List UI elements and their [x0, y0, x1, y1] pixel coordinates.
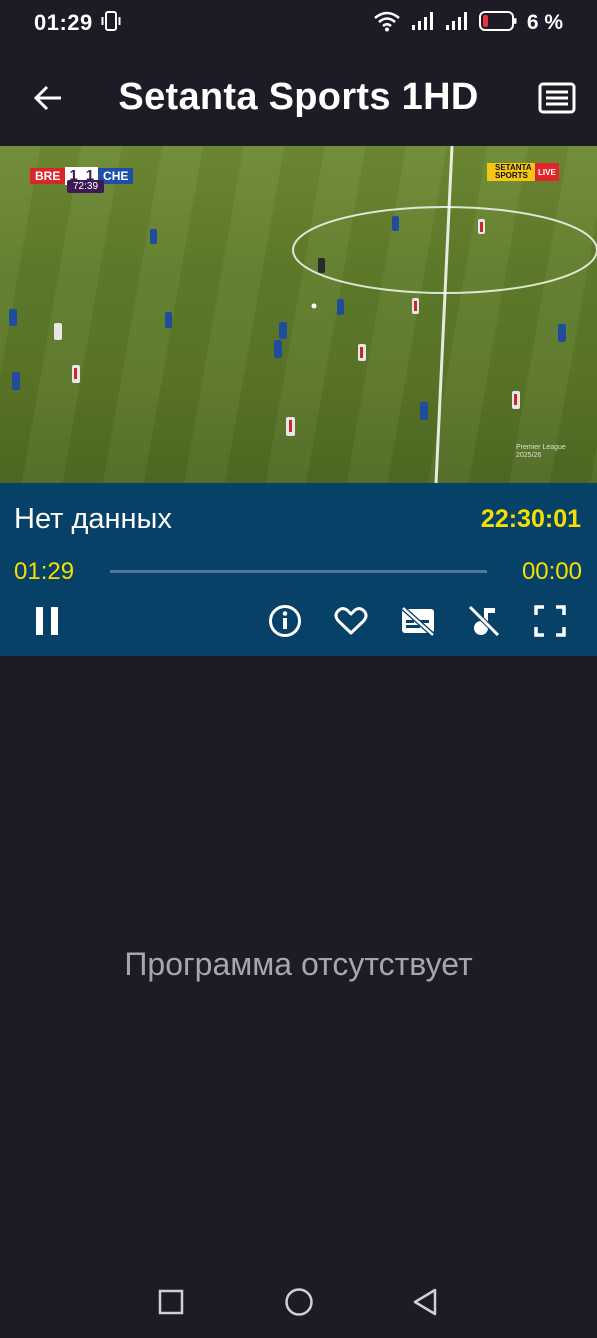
pause-icon [32, 605, 62, 642]
subtitles-off-icon [400, 605, 436, 642]
pitch-scene [9, 146, 597, 483]
fullscreen-icon [533, 604, 567, 643]
live-badge: LIVE [535, 163, 559, 181]
program-name: Нет данных [14, 503, 172, 535]
player-controls [0, 603, 597, 647]
watermark-line-2: 2025/26 [516, 452, 542, 459]
fullscreen-button[interactable] [530, 603, 570, 643]
audio-off-icon [467, 604, 501, 643]
seek-bar[interactable] [110, 570, 487, 573]
logo-line-2: SPORTS [495, 171, 528, 180]
home-button[interactable] [279, 1284, 319, 1324]
system-back-button[interactable] [405, 1284, 445, 1324]
broadcaster-logo: SETANTA SPORTS LIVE [487, 163, 559, 181]
system-nav-bar [0, 1280, 597, 1330]
status-bar: 01:29 6 % [0, 0, 597, 46]
favorite-icon [334, 606, 368, 641]
signal-icon [445, 10, 469, 37]
player-info-panel: Нет данных 22:30:01 01:29 00:00 [0, 483, 597, 656]
screen: 01:29 6 % Setanta Sports 1HD BRE 1 1 CHE… [0, 0, 597, 1338]
watermark-line-1: Premier League [516, 444, 566, 451]
match-clock: 72:39 [67, 180, 105, 193]
status-left: 01:29 [34, 10, 121, 37]
info-icon [268, 604, 302, 643]
setanta-logo: SETANTA SPORTS [487, 163, 535, 181]
channel-title: Setanta Sports 1HD [118, 76, 479, 118]
signal-icon [411, 10, 435, 37]
home-team: BRE [30, 168, 66, 184]
favorite-button[interactable] [331, 603, 371, 643]
battery-icon [478, 10, 517, 37]
wifi-icon [373, 10, 401, 37]
video-player[interactable]: BRE 1 1 CHE 72:39 SETANTA SPORTS LIVE Pr… [0, 146, 597, 483]
pause-button[interactable] [27, 603, 67, 643]
battery-percent: 6 % [526, 11, 563, 34]
home-circle-icon [284, 1287, 314, 1322]
vibrate-icon [101, 10, 121, 37]
schedule-list-button[interactable] [534, 80, 580, 120]
recents-button[interactable] [151, 1284, 191, 1324]
back-triangle-icon [411, 1287, 439, 1322]
info-button[interactable] [265, 603, 305, 643]
league-watermark: Premier League 2025/26 [516, 444, 566, 460]
recents-square-icon [158, 1289, 184, 1320]
current-clock: 22:30:01 [480, 505, 581, 533]
subtitles-button[interactable] [398, 603, 438, 643]
list-icon [538, 82, 576, 119]
status-time: 01:29 [34, 10, 93, 35]
elapsed-time: 01:29 [14, 558, 75, 585]
empty-schedule-message: Программа отсутствует [124, 946, 473, 982]
audio-track-button[interactable] [464, 603, 504, 643]
status-right: 6 % [373, 10, 563, 37]
remaining-time: 00:00 [521, 558, 582, 585]
players [9, 216, 566, 436]
app-bar: Setanta Sports 1HD [0, 56, 597, 144]
